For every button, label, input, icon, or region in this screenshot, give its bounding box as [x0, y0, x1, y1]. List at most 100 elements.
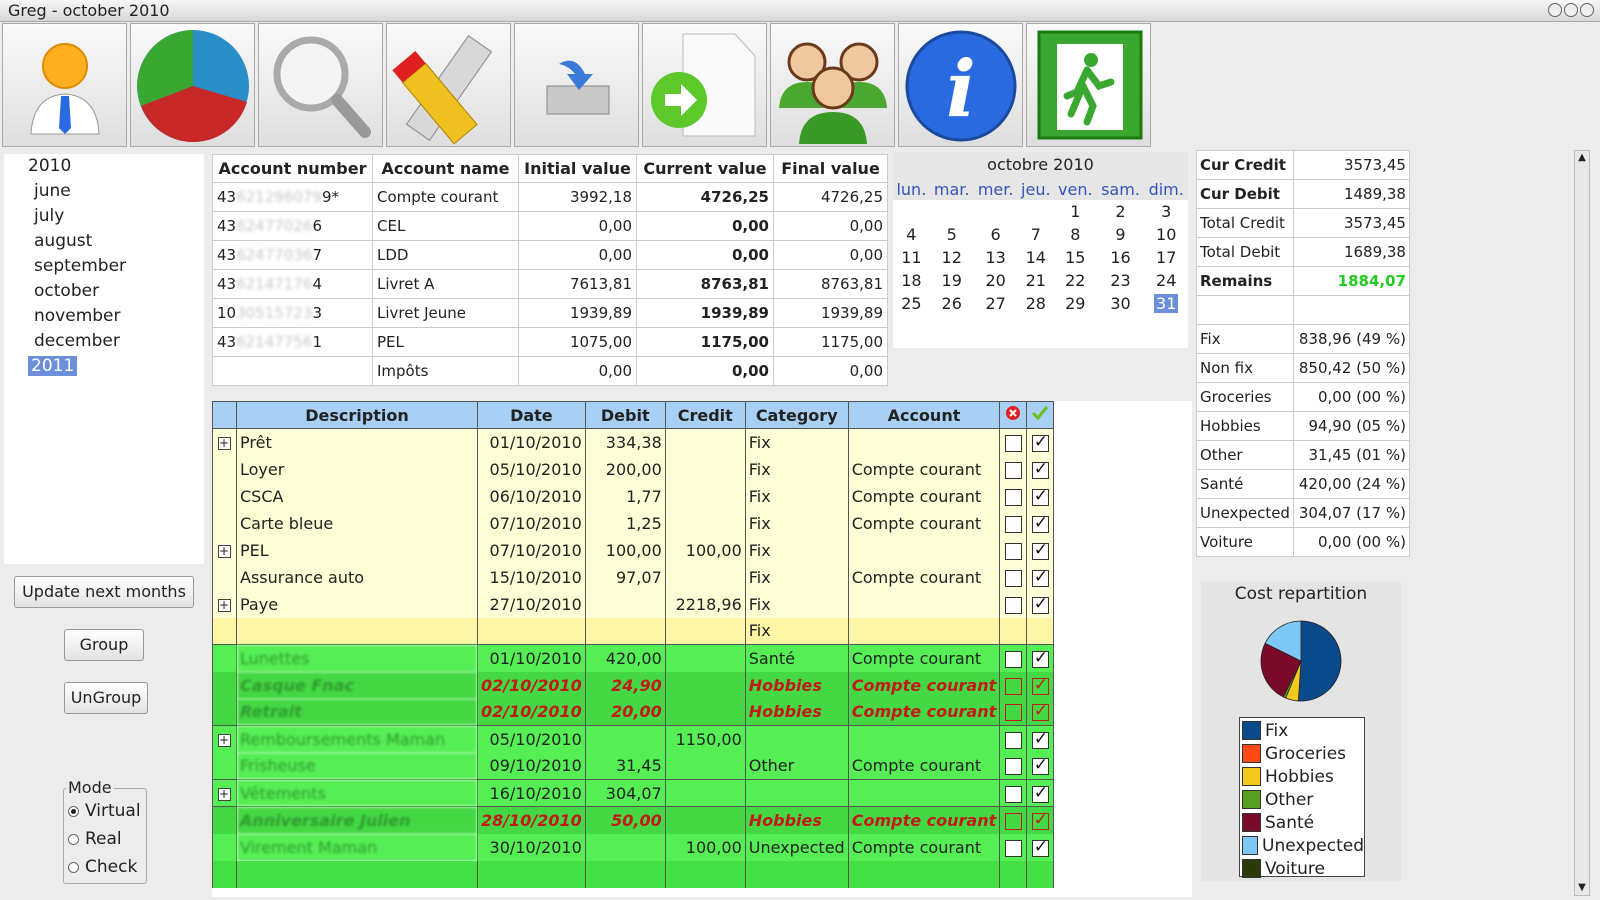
account-row[interactable]: 43621471764 Livret A 7613,81 8763,81 8763,81	[212, 269, 888, 299]
calendar-day[interactable]: 5	[930, 223, 974, 246]
transaction-row[interactable]: Retrait 02/10/2010 20,00 Hobbies Compte cour…	[212, 698, 1055, 726]
account-row[interactable]: 436212960799* Compte courant 3992,18 4726,2…	[212, 182, 888, 212]
calendar-day[interactable]: 23	[1097, 269, 1145, 292]
transaction-row[interactable]: + Vêtements 16/10/2010 304,07	[212, 779, 1055, 807]
delete-checkbox[interactable]	[1004, 812, 1022, 830]
delete-checkbox[interactable]	[1004, 785, 1022, 803]
checked-checkbox[interactable]	[1031, 432, 1049, 452]
calendar-day[interactable]: 20	[974, 269, 1018, 292]
month-item[interactable]: november	[4, 304, 204, 329]
month-item[interactable]: june	[4, 179, 204, 204]
maximize-icon[interactable]	[1564, 3, 1578, 17]
month-item[interactable]: july	[4, 204, 204, 229]
month-item[interactable]: december	[4, 329, 204, 354]
checked-checkbox[interactable]	[1031, 486, 1049, 506]
col-credit[interactable]: Credit	[664, 401, 746, 429]
account-row[interactable]: 43624770367 LDD 0,00 0,00 0,00	[212, 240, 888, 270]
transaction-row[interactable]: Anniversaire Julien 28/10/2010 50,00 Hobbie…	[212, 806, 1055, 834]
month-item[interactable]: october	[4, 279, 204, 304]
expand-plus-icon[interactable]: +	[217, 544, 231, 558]
transaction-row[interactable]: Casque Fnac 02/10/2010 24,90 Hobbies Compte …	[212, 671, 1055, 699]
month-item[interactable]: september	[4, 254, 204, 279]
col-delete[interactable]	[999, 401, 1028, 429]
transaction-row[interactable]: Assurance auto 15/10/2010 97,07 Fix Compte c…	[212, 563, 1055, 591]
calendar-day[interactable]: 26	[930, 292, 974, 315]
delete-checkbox[interactable]	[1004, 596, 1022, 614]
delete-checkbox[interactable]	[1004, 542, 1022, 560]
delete-checkbox[interactable]	[1004, 650, 1022, 668]
calendar-day[interactable]: 27	[974, 292, 1018, 315]
account-row[interactable]: 43624770266 CEL 0,00 0,00 0,00	[212, 211, 888, 241]
calendar-day[interactable]: 1	[1054, 200, 1097, 223]
delete-checkbox[interactable]	[1004, 704, 1022, 722]
checked-checkbox[interactable]	[1031, 675, 1049, 695]
calendar-day[interactable]: 10	[1144, 223, 1188, 246]
calendar-day[interactable]: 4	[893, 223, 930, 246]
account-row[interactable]: 10305157233 Livret Jeune 1939,89 1939,89 193…	[212, 298, 888, 328]
calendar-day[interactable]: 7	[1018, 223, 1054, 246]
mode-real[interactable]: Real	[68, 829, 122, 849]
expand-plus-icon[interactable]: +	[217, 436, 231, 450]
checked-checkbox[interactable]	[1031, 459, 1049, 479]
calendar-day[interactable]: 3	[1144, 200, 1188, 223]
update-next-months-button[interactable]: Update next months	[14, 576, 194, 608]
transaction-row[interactable]: + Paye 27/10/2010 2218,96 Fix	[212, 590, 1055, 618]
calendar-day[interactable]: 18	[893, 269, 930, 292]
transaction-row[interactable]: Lunettes 01/10/2010 420,00 Santé Compte cour…	[212, 644, 1055, 672]
transaction-row[interactable]: Frisheuse 09/10/2010 31,45 Other Compte cour…	[212, 752, 1055, 780]
col-final-value[interactable]: Final value	[773, 154, 888, 183]
col-account[interactable]: Account	[847, 401, 1001, 429]
checked-checkbox[interactable]	[1031, 567, 1049, 587]
checked-checkbox[interactable]	[1031, 701, 1049, 722]
transaction-row[interactable]: CSCA 06/10/2010 1,77 Fix Compte courant	[212, 482, 1055, 510]
transaction-row[interactable]: Virement Maman 30/10/2010 100,00 Unexpected…	[212, 833, 1055, 861]
edit-button[interactable]	[386, 23, 511, 147]
delete-checkbox[interactable]	[1004, 569, 1022, 587]
col-checked[interactable]	[1026, 401, 1055, 429]
scroll-up-icon[interactable]: ▲	[1575, 151, 1589, 165]
year-2010[interactable]: 2010	[4, 154, 204, 179]
calendar-day[interactable]: 8	[1054, 223, 1097, 246]
checked-checkbox[interactable]	[1031, 837, 1049, 857]
checked-checkbox[interactable]	[1031, 540, 1049, 560]
delete-checkbox[interactable]	[1004, 677, 1022, 695]
calendar-day[interactable]: 25	[893, 292, 930, 315]
users-button[interactable]	[770, 23, 895, 147]
transaction-row[interactable]: Loyer 05/10/2010 200,00 Fix Compte courant	[212, 455, 1055, 483]
exit-button[interactable]	[1026, 23, 1151, 147]
year-2011[interactable]: 2011	[4, 354, 204, 379]
account-row[interactable]: 43621477561 PEL 1075,00 1175,00 1175,00	[212, 327, 888, 357]
checked-checkbox[interactable]	[1031, 755, 1049, 776]
calendar-day[interactable]: 6	[974, 223, 1018, 246]
ungroup-button[interactable]: UnGroup	[64, 682, 148, 714]
calendar-day[interactable]: 17	[1144, 246, 1188, 269]
checked-checkbox[interactable]	[1031, 648, 1049, 668]
col-account-number[interactable]: Account number	[212, 154, 373, 183]
expand-plus-icon[interactable]: +	[217, 733, 231, 747]
mode-virtual[interactable]: Virtual	[68, 801, 141, 821]
calendar-day[interactable]: 29	[1054, 292, 1097, 315]
calendar-day[interactable]: 19	[930, 269, 974, 292]
expand-plus-icon[interactable]: +	[217, 787, 231, 801]
transaction-row[interactable]: + PEL 07/10/2010 100,00 100,00 Fix	[212, 536, 1055, 564]
checked-checkbox[interactable]	[1031, 783, 1049, 803]
col-initial-value[interactable]: Initial value	[518, 154, 637, 183]
calendar-day[interactable]: 14	[1018, 246, 1054, 269]
save-button[interactable]	[514, 23, 639, 147]
expand-plus-icon[interactable]: +	[217, 598, 231, 612]
calendar-day[interactable]: 16	[1097, 246, 1145, 269]
group-button[interactable]: Group	[64, 629, 144, 661]
export-button[interactable]	[642, 23, 767, 147]
delete-checkbox[interactable]	[1004, 839, 1022, 857]
expand-cell[interactable]: +	[212, 725, 237, 753]
calendar-day[interactable]: 22	[1054, 269, 1097, 292]
transaction-row[interactable]: Fix	[212, 617, 1055, 645]
close-icon[interactable]	[1580, 3, 1594, 17]
delete-checkbox[interactable]	[1004, 461, 1022, 479]
vertical-scrollbar[interactable]: ▲ ▼	[1574, 150, 1590, 896]
checked-checkbox[interactable]	[1031, 810, 1049, 830]
expand-cell[interactable]: +	[212, 779, 237, 807]
calendar-day[interactable]: 28	[1018, 292, 1054, 315]
calendar-day[interactable]: 31	[1144, 292, 1188, 315]
expand-cell[interactable]: +	[212, 590, 237, 618]
